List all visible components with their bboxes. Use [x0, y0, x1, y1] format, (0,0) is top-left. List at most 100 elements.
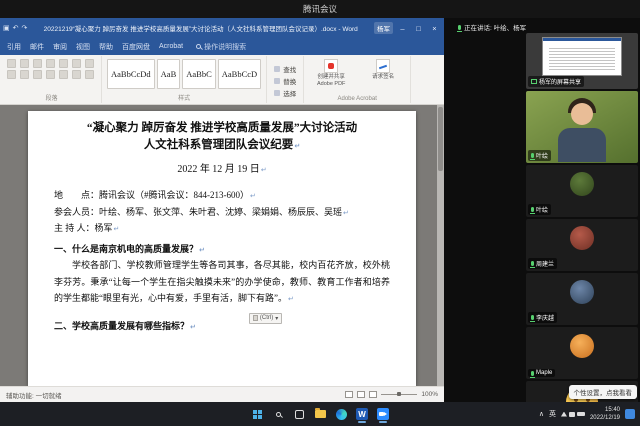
replace-icon	[274, 78, 280, 84]
tab-baidu-netdisk[interactable]: 百度网盘	[118, 40, 154, 54]
doc-heading-1: 一、什么是南京机电的高质量发展？↵	[54, 241, 390, 257]
paste-hint-label: (Ctrl)	[260, 315, 273, 321]
mic-icon	[531, 153, 534, 158]
participant-tile[interactable]: 叶绘	[526, 165, 638, 217]
account-name[interactable]: 杨军	[374, 22, 393, 34]
minimize-button[interactable]: –	[396, 24, 409, 33]
participant-tile[interactable]: Maple	[526, 327, 638, 379]
style-chip-label: AaB	[161, 69, 177, 79]
taskbar-icons: W	[248, 402, 392, 426]
system-status-icons[interactable]	[561, 412, 585, 417]
formatting-marks-icon[interactable]	[85, 59, 94, 68]
paste-options-button[interactable]: (Ctrl) ▾	[249, 313, 282, 324]
style-chip-heading1[interactable]: AaBbC	[182, 59, 216, 89]
screenshare-icon	[531, 79, 537, 84]
battery-icon	[577, 412, 585, 416]
hint-tooltip: 个性设置，点我看看	[569, 385, 638, 399]
participant-name: 叶绘	[536, 151, 548, 160]
participant-tile-video[interactable]: 叶绘	[526, 91, 638, 163]
sort-icon[interactable]	[72, 59, 81, 68]
doc-title-line1: “凝心聚力 踔厉奋发 推进学校高质量发展”大讨论活动	[54, 120, 390, 137]
notification-icon[interactable]	[625, 409, 635, 419]
task-view-button[interactable]	[290, 404, 308, 424]
clock[interactable]: 15:40 2022/12/19	[590, 406, 620, 422]
word-statusbar: 辅助功能: 一切就绪 100%	[0, 386, 444, 402]
line-spacing-icon[interactable]	[59, 70, 68, 79]
shading-icon[interactable]	[72, 70, 81, 79]
align-right-icon[interactable]	[33, 70, 42, 79]
create-share-pdf-button[interactable]: 创建并共享 Adobe PDF	[309, 59, 353, 88]
paragraph-mark: ↵	[190, 323, 196, 331]
web-layout-icon[interactable]	[369, 391, 377, 398]
mic-icon	[531, 371, 534, 376]
camera-icon	[377, 408, 389, 420]
replace-button[interactable]: 替换	[272, 76, 298, 86]
meeting-taskbar-button[interactable]	[374, 404, 392, 424]
task-view-icon	[295, 410, 304, 419]
edge-button[interactable]	[332, 404, 350, 424]
bullets-icon[interactable]	[7, 59, 16, 68]
participant-tile[interactable]: 周建兰	[526, 219, 638, 271]
doc-attendees: 参会人员：叶绘、杨军、张文萍、朱叶君、沈婷、梁娟娟、杨辰辰、吴瑶↵	[54, 204, 390, 220]
doc-location: 地 点：腾讯会议（#腾讯会议：844-213-600）↵	[54, 187, 390, 203]
align-left-icon[interactable]	[7, 70, 16, 79]
scrollbar-thumb[interactable]	[438, 107, 443, 171]
participant-tile-screenshare[interactable]: 杨军的屏幕共享	[526, 33, 638, 89]
request-signature-button[interactable]: 请求签名	[361, 59, 405, 88]
editing-group: 查找 替换 选择	[267, 56, 304, 103]
zoom-level[interactable]: 100%	[421, 391, 438, 398]
undo-icon[interactable]: ↶	[13, 25, 19, 32]
tab-references[interactable]: 引用	[3, 40, 25, 54]
align-center-icon[interactable]	[20, 70, 29, 79]
paragraph-mark: ↵	[343, 209, 349, 217]
justify-icon[interactable]	[46, 70, 55, 79]
hidden-icons-chevron[interactable]: ∧	[539, 410, 544, 418]
doc-host: 主 持 人：杨军↵	[54, 220, 390, 236]
tab-view[interactable]: 视图	[72, 40, 94, 54]
participant-tiles: 杨军的屏幕共享 叶绘 叶绘	[526, 33, 638, 402]
word-titlebar: ▣ ↶ ↷ 20221219“凝心聚力 踔厉奋发 推进学校高质量发展”大讨论活动…	[0, 18, 444, 38]
style-chip-title[interactable]: AaB	[157, 59, 181, 89]
participant-name: 杨军的屏幕共享	[539, 77, 581, 86]
participant-name: 李庆越	[536, 313, 554, 322]
file-explorer-button[interactable]	[311, 404, 329, 424]
numbering-icon[interactable]	[20, 59, 29, 68]
document-title: 20221219“凝心聚力 踔厉奋发 推进学校高质量发展”大讨论活动（人文社科系…	[30, 23, 371, 33]
search-label: 操作说明搜索	[204, 42, 246, 52]
borders-icon[interactable]	[85, 70, 94, 79]
tab-review[interactable]: 审阅	[49, 40, 71, 54]
tab-help[interactable]: 帮助	[95, 40, 117, 54]
print-layout-icon[interactable]	[357, 391, 365, 398]
search-button[interactable]	[269, 404, 287, 424]
zoom-slider[interactable]	[381, 394, 417, 395]
redo-icon[interactable]: ↷	[22, 25, 28, 32]
tab-mailings[interactable]: 邮件	[26, 40, 48, 54]
select-button[interactable]: 选择	[272, 88, 298, 98]
document-area[interactable]: “凝心聚力 踔厉奋发 推进学校高质量发展”大讨论活动 人文社科系管理团队会议纪要…	[0, 105, 444, 386]
document-page[interactable]: “凝心聚力 踔厉奋发 推进学校高质量发展”大讨论活动 人文社科系管理团队会议纪要…	[28, 111, 416, 386]
paste-options-row: (Ctrl) ▾	[249, 308, 390, 318]
meeting-titlebar: 腾讯会议	[0, 0, 640, 18]
word-taskbar-button[interactable]: W	[353, 404, 371, 424]
style-chip-heading2[interactable]: AaBbCcD	[218, 59, 261, 89]
tell-me-search[interactable]: 操作说明搜索	[196, 42, 246, 52]
tab-acrobat[interactable]: Acrobat	[155, 41, 187, 52]
maximize-button[interactable]: □	[412, 24, 425, 33]
find-button[interactable]: 查找	[272, 64, 298, 74]
tray-time: 15:40	[590, 406, 620, 414]
participant-tile[interactable]: 李庆越	[526, 273, 638, 325]
close-button[interactable]: ×	[428, 24, 441, 33]
doc-heading-2: 二、学校高质量发展有哪些指标？↵	[54, 318, 390, 334]
input-language-indicator[interactable]: 英	[549, 409, 556, 419]
screenshare-preview	[542, 37, 622, 76]
avatar	[570, 280, 594, 304]
read-mode-icon[interactable]	[345, 391, 353, 398]
style-chip-normal[interactable]: AaBbCcDd	[107, 59, 155, 89]
save-icon[interactable]: ▣	[3, 25, 10, 32]
increase-indent-icon[interactable]	[59, 59, 68, 68]
vertical-scrollbar[interactable]	[437, 105, 444, 386]
decrease-indent-icon[interactable]	[46, 59, 55, 68]
multilevel-list-icon[interactable]	[33, 59, 42, 68]
doc-title-line2: 人文社科系管理团队会议纪要↵	[54, 137, 390, 154]
start-button[interactable]	[248, 404, 266, 424]
